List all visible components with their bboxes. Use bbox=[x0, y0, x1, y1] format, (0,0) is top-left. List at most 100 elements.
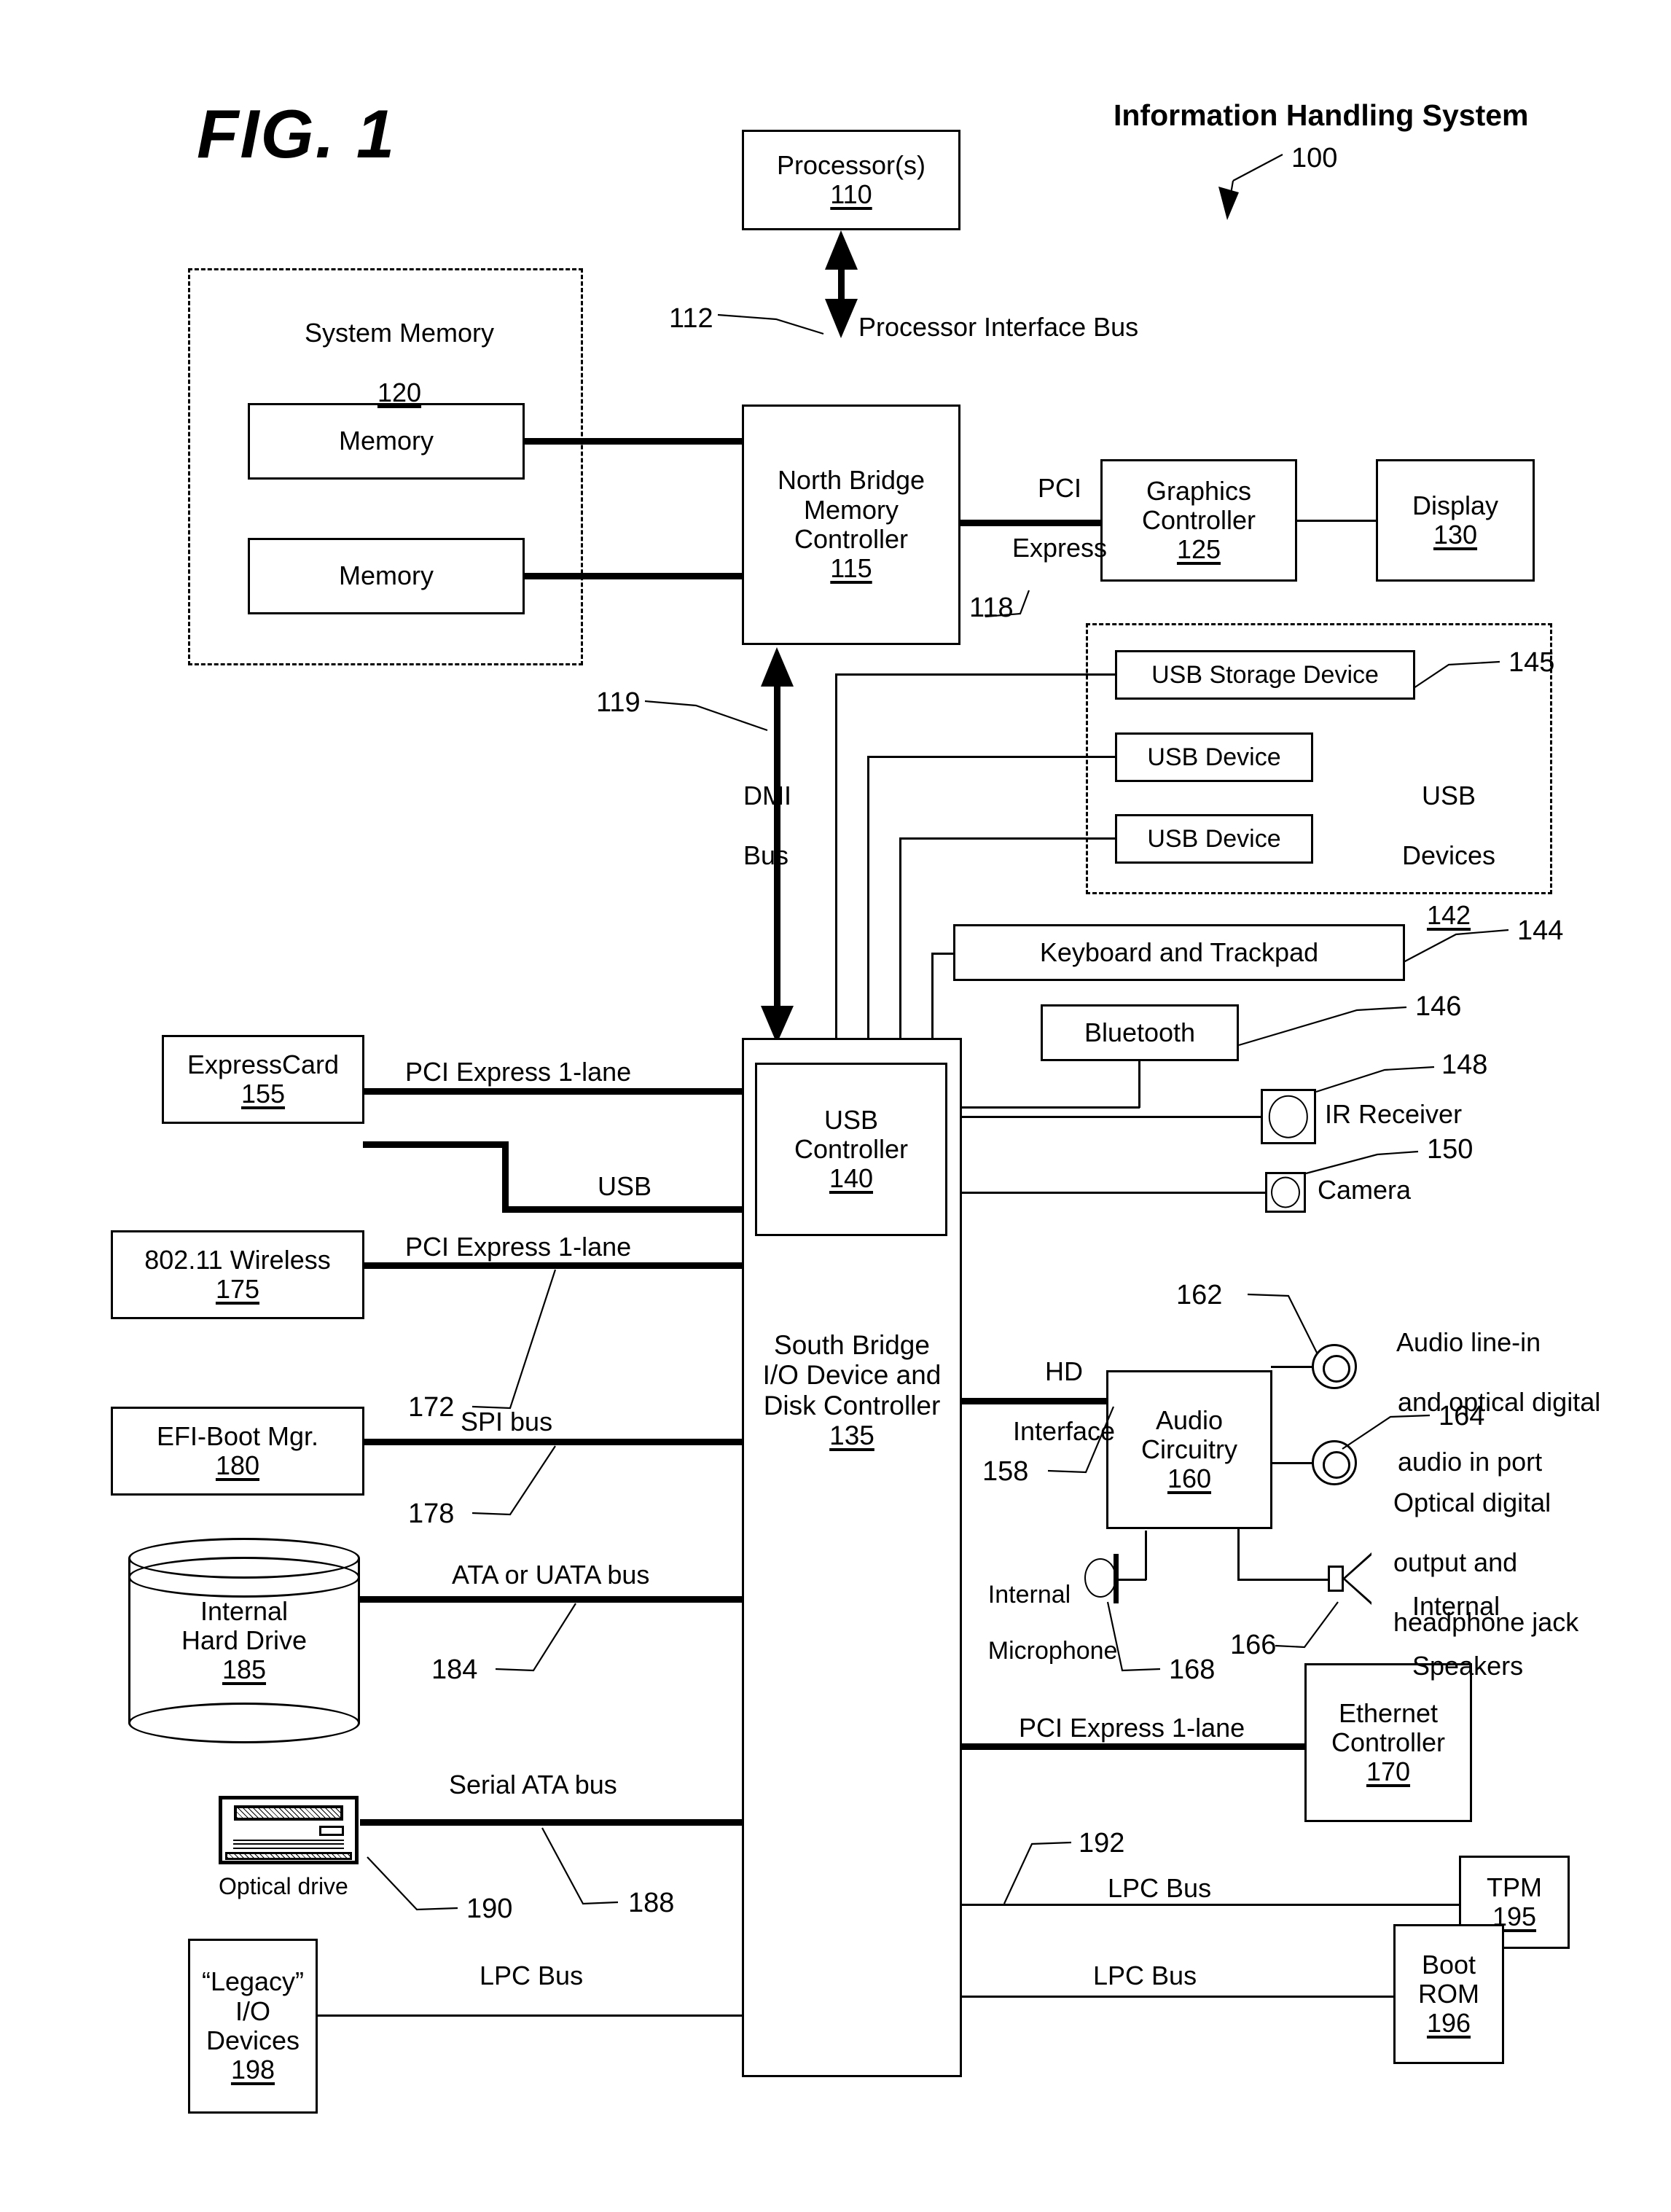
camera-wire bbox=[949, 1192, 1267, 1194]
ref-178: 178 bbox=[408, 1498, 455, 1529]
usb-devices-group-label: USB Devices 142 bbox=[1401, 781, 1496, 931]
bluetooth-wire-h bbox=[949, 1106, 1140, 1109]
ir-receiver-icon bbox=[1261, 1089, 1316, 1144]
ref-192: 192 bbox=[1079, 1828, 1125, 1859]
internal-microphone-label: Internal Microphone bbox=[987, 1580, 1118, 1665]
internal-speakers-label: Internal Speakers bbox=[1412, 1591, 1524, 1681]
lpc-bus-legacy-wire bbox=[316, 2014, 756, 2017]
usb-device-2-wire-h bbox=[899, 837, 1116, 840]
ref-118: 118 bbox=[969, 593, 1014, 623]
pcie-ethernet-label: PCI Express 1-lane bbox=[1019, 1713, 1245, 1743]
ref-188: 188 bbox=[628, 1888, 675, 1918]
usb-expresscard-bus-h1 bbox=[363, 1141, 509, 1148]
keyboard-wire-h bbox=[931, 953, 955, 955]
processor-block: Processor(s) 110 bbox=[742, 130, 960, 230]
optical-drive-slot bbox=[234, 1805, 343, 1821]
audio-line-in-jack-icon bbox=[1312, 1344, 1357, 1389]
pci-express-gfx-label: PCI Express bbox=[1011, 473, 1108, 563]
optical-drive-icon bbox=[219, 1796, 359, 1864]
keyboard-trackpad-block: Keyboard and Trackpad bbox=[953, 924, 1405, 981]
system-memory-title: System Memory 120 bbox=[305, 318, 495, 408]
efi-boot-mgr-block: EFI-Boot Mgr. 180 bbox=[111, 1407, 364, 1496]
graphics-display-wire bbox=[1296, 520, 1377, 522]
pcie-expresscard-bus bbox=[363, 1088, 756, 1095]
spi-bus bbox=[363, 1439, 756, 1445]
usb-expresscard-bus-v bbox=[502, 1141, 509, 1213]
optical-drive-line-1 bbox=[232, 1839, 345, 1841]
microphone-wire-v bbox=[1145, 1531, 1147, 1580]
usb-device-block-1: USB Device bbox=[1115, 732, 1313, 782]
pcie-wireless-bus bbox=[363, 1262, 756, 1269]
ata-uata-bus bbox=[359, 1596, 756, 1603]
ir-receiver-wire bbox=[949, 1116, 1262, 1118]
usb-storage-wire-v bbox=[835, 673, 837, 1063]
internal-hard-drive-icon: Internal Hard Drive 185 bbox=[128, 1538, 360, 1743]
ref-148: 148 bbox=[1441, 1050, 1488, 1080]
bluetooth-block: Bluetooth bbox=[1041, 1004, 1239, 1061]
ref-144: 144 bbox=[1517, 915, 1564, 946]
boot-rom-block: Boot ROM 196 bbox=[1393, 1924, 1504, 2064]
ref-172: 172 bbox=[408, 1392, 455, 1423]
hd-interface-label: HD Interface bbox=[1012, 1356, 1116, 1447]
patent-figure-canvas: FIG. 1 Information Handling System 100 S… bbox=[0, 0, 1671, 2212]
memory-block-2: Memory bbox=[248, 538, 525, 614]
north-bridge-block: North Bridge Memory Controller 115 bbox=[742, 405, 960, 645]
usb-device-1-wire-h bbox=[867, 756, 1116, 758]
microphone-wire-h bbox=[1119, 1579, 1146, 1581]
optical-drive-label: Optical drive bbox=[219, 1873, 348, 1899]
pcie-ethernet-bus bbox=[960, 1743, 1319, 1750]
ref-112: 112 bbox=[669, 303, 713, 334]
speakers-wire-h bbox=[1237, 1579, 1331, 1581]
expresscard-block: ExpressCard 155 bbox=[162, 1035, 364, 1124]
figure-number-title: FIG. 1 bbox=[197, 95, 396, 172]
usb-expresscard-label: USB bbox=[598, 1171, 652, 1201]
optical-drive-line-3 bbox=[232, 1848, 345, 1850]
usb-expresscard-bus-h2 bbox=[502, 1206, 756, 1213]
pcie-expresscard-label: PCI Express 1-lane bbox=[405, 1057, 632, 1087]
ref-119: 119 bbox=[596, 687, 641, 718]
pcie-wireless-label: PCI Express 1-lane bbox=[405, 1232, 632, 1262]
ref-146: 146 bbox=[1415, 991, 1462, 1022]
ref-158: 158 bbox=[982, 1456, 1029, 1487]
ref-184: 184 bbox=[431, 1654, 478, 1685]
ref-100: 100 bbox=[1291, 143, 1338, 173]
display-block: Display 130 bbox=[1376, 459, 1535, 582]
processor-interface-bus-label: Processor Interface Bus bbox=[858, 312, 1139, 342]
speaker-box bbox=[1328, 1566, 1344, 1592]
camera-icon bbox=[1265, 1172, 1306, 1213]
ref-145: 145 bbox=[1508, 647, 1555, 678]
lpc-bus-legacy-label: LPC Bus bbox=[480, 1961, 584, 1990]
spi-bus-label: SPI bus bbox=[461, 1407, 553, 1437]
dmi-bus-label: DMI Bus bbox=[743, 781, 792, 871]
memory-2-bus bbox=[523, 573, 745, 579]
ata-uata-bus-label: ATA or UATA bus bbox=[452, 1560, 650, 1590]
wireless-block: 802.11 Wireless 175 bbox=[111, 1230, 364, 1319]
ref-150: 150 bbox=[1427, 1134, 1474, 1165]
ref-168: 168 bbox=[1169, 1654, 1216, 1685]
speakers-wire-v bbox=[1237, 1529, 1240, 1580]
camera-label: Camera bbox=[1318, 1175, 1412, 1205]
usb-device-2-wire-v bbox=[899, 837, 901, 1063]
graphics-controller-block: Graphics Controller 125 bbox=[1100, 459, 1297, 582]
optical-drive-eject-button bbox=[318, 1826, 345, 1837]
lpc-bus-tpm-wire bbox=[960, 1904, 1463, 1906]
usb-controller-block: USB Controller 140 bbox=[755, 1063, 947, 1236]
usb-storage-wire-h bbox=[835, 673, 1116, 676]
lpc-bus-rom-label: LPC Bus bbox=[1093, 1961, 1197, 1990]
ir-receiver-label: IR Receiver bbox=[1325, 1099, 1463, 1129]
optical-drive-footer bbox=[224, 1852, 353, 1861]
ref-164: 164 bbox=[1439, 1401, 1485, 1431]
processor-interface-bus-line bbox=[838, 241, 845, 328]
ref-166: 166 bbox=[1230, 1630, 1277, 1660]
optical-drive-line-2 bbox=[232, 1843, 345, 1845]
memory-1-bus bbox=[523, 438, 745, 445]
usb-device-1-wire-v bbox=[867, 756, 869, 1063]
lpc-bus-rom-wire bbox=[960, 1996, 1398, 1998]
usb-storage-device-block: USB Storage Device bbox=[1115, 650, 1415, 700]
audio-line-in-wire bbox=[1271, 1366, 1315, 1368]
optical-out-wire bbox=[1271, 1462, 1315, 1464]
optical-out-jack-icon bbox=[1312, 1440, 1357, 1485]
legacy-io-devices-block: “Legacy” I/O Devices 198 bbox=[188, 1939, 318, 2114]
usb-device-block-2: USB Device bbox=[1115, 814, 1313, 864]
ref-190: 190 bbox=[466, 1894, 513, 1924]
